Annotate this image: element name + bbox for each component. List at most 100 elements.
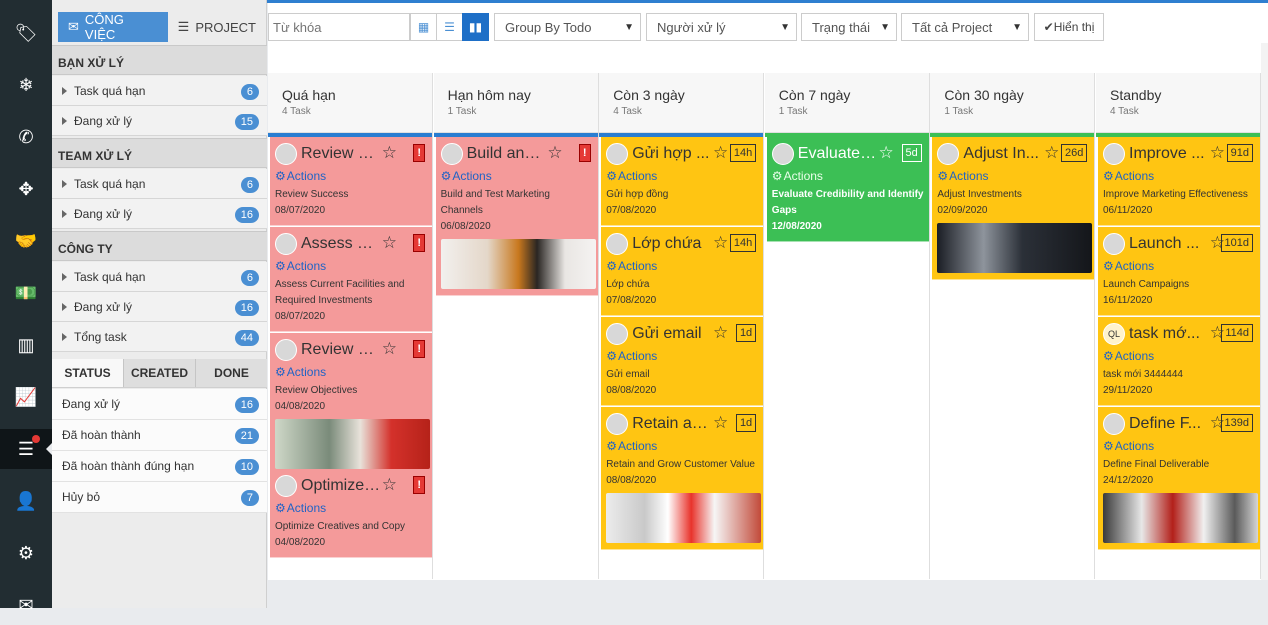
kanban-column: Hạn hôm nay1 TaskBuild and ...☆!ActionsB…: [433, 73, 599, 579]
actions-link[interactable]: Actions: [1103, 349, 1255, 363]
column-title: Còn 3 ngày: [613, 87, 685, 103]
actions-link[interactable]: Actions: [1103, 259, 1255, 273]
group-by-select[interactable]: Group By Todo ▼: [494, 13, 641, 41]
rail-item-snowflake[interactable]: ❄: [0, 65, 52, 105]
board-scrollbar[interactable]: [1261, 43, 1268, 580]
status-select[interactable]: Trạng thái ▼: [801, 13, 897, 41]
rail-item-phone[interactable]: ✆: [0, 117, 52, 157]
rail-item-crosshair[interactable]: ✥: [0, 169, 52, 209]
rail-item-list[interactable]: ☰: [0, 429, 53, 469]
card-date: 07/08/2020: [606, 295, 657, 306]
tab-created[interactable]: CREATED: [123, 359, 195, 387]
task-card[interactable]: Review S...☆! Actions Review Success 08/07/…: [270, 137, 432, 226]
keyword-input[interactable]: [268, 13, 410, 41]
actions-link[interactable]: Actions: [606, 349, 758, 363]
task-card[interactable]: Optimize ...☆! Actions Optimize Creatives …: [270, 469, 432, 558]
project-select[interactable]: Tất cả Project ▼: [901, 13, 1029, 41]
actions-link[interactable]: Actions: [275, 259, 427, 273]
grid-view-button[interactable]: ▦: [410, 13, 437, 41]
actions-link[interactable]: Actions: [772, 169, 924, 183]
actions-link[interactable]: Actions: [1103, 439, 1255, 453]
task-card[interactable]: Assess C...☆! Actions Assess Current Facil…: [270, 227, 432, 332]
rail-item-line-chart[interactable]: 📈: [0, 377, 52, 417]
task-card[interactable]: Lớp chứa ☆14h Actions Lớp chứa 07/08/2020: [601, 227, 764, 316]
kanban-column: Còn 7 ngày1 TaskEvaluate ...☆5dActionsEv…: [764, 73, 930, 579]
sidebar-section-title: TEAM XỬ LÝ: [52, 138, 267, 168]
star-icon[interactable]: ☆: [713, 323, 728, 343]
tab-done[interactable]: DONE: [195, 359, 267, 387]
card-description: Improve Marketing Effectiveness: [1103, 189, 1248, 200]
status-item[interactable]: Đã hoàn thành 21: [52, 420, 267, 451]
tab-status[interactable]: STATUS: [52, 359, 123, 387]
avatar: [606, 233, 629, 255]
actions-link[interactable]: Actions: [275, 169, 427, 183]
task-card[interactable]: QLtask mớ...☆114dActionstask mới 3444444…: [1098, 317, 1260, 406]
star-icon[interactable]: ☆: [547, 143, 562, 163]
rail-item-tag[interactable]: 🏷: [0, 13, 52, 53]
actions-link[interactable]: Actions: [606, 439, 758, 453]
task-card[interactable]: Define F...☆139dActionsDefine Final Deli…: [1098, 407, 1260, 550]
rail-item-user[interactable]: 👤: [0, 481, 52, 521]
card-date: 07/08/2020: [606, 205, 657, 216]
star-icon[interactable]: ☆: [713, 413, 728, 433]
rail-item-mail[interactable]: ✉: [0, 585, 52, 625]
actions-link[interactable]: Actions: [275, 501, 427, 515]
task-card[interactable]: Build and ...☆! Actions Build and Test Mar…: [435, 137, 598, 296]
rail-item-gear[interactable]: ⚙: [0, 533, 52, 573]
star-icon[interactable]: ☆: [382, 339, 397, 359]
sidebar-item[interactable]: Đang xử lý 16: [52, 292, 267, 322]
star-icon[interactable]: ☆: [713, 143, 728, 163]
star-icon[interactable]: ☆: [1044, 143, 1059, 163]
gear-icon: ⚙: [17, 542, 35, 563]
sidebar-item[interactable]: Task quá hạn 6: [52, 262, 267, 292]
handler-select[interactable]: Người xử lý ▼: [646, 13, 797, 41]
deadline-badge: 114d: [1221, 324, 1253, 342]
task-card[interactable]: Retain an...☆ 1d Actions Retain and Grow Cu…: [601, 407, 764, 550]
star-icon[interactable]: ☆: [382, 233, 397, 253]
task-card[interactable]: Evaluate ...☆ 5d Actions Evaluate Credibili…: [766, 137, 929, 242]
column-header: Còn 30 ngày 1 Task: [930, 73, 1095, 133]
column-title: Standby: [1110, 87, 1162, 103]
sidebar-item[interactable]: Task quá hạn 6: [52, 169, 267, 199]
status-item[interactable]: Đang xử lý 16: [52, 389, 267, 420]
actions-link[interactable]: Actions: [275, 365, 427, 379]
task-card[interactable]: Improve ... ☆91d Actions Improve Marketing …: [1098, 137, 1260, 226]
actions-link[interactable]: Actions: [1103, 169, 1255, 183]
sidebar-item[interactable]: Đang xử lý 15: [52, 106, 267, 136]
avatar: [606, 143, 629, 165]
kanban-view-button[interactable]: ▮▮: [462, 13, 489, 41]
rail-item-money[interactable]: 💵: [0, 273, 52, 313]
rail-item-bar-chart[interactable]: ▥: [0, 325, 52, 365]
status-item[interactable]: Đã hoàn thành đúng hạn 10: [52, 451, 267, 482]
status-item[interactable]: Hủy bỏ 7: [52, 482, 267, 513]
show-button[interactable]: ✔ Hiển thị: [1034, 13, 1104, 41]
actions-link[interactable]: Actions: [606, 169, 758, 183]
actions-link[interactable]: Actions: [937, 169, 1089, 183]
task-card[interactable]: Review O...☆! Actions Review Objectives 04/…: [270, 333, 432, 476]
sidebar-item[interactable]: Task quá hạn 6: [52, 76, 267, 106]
task-card[interactable]: Gửi hợp ...☆14h Actions Gửi hợp đồng 07/08/…: [601, 137, 764, 226]
rail-item-handshake[interactable]: 🤝: [0, 221, 52, 261]
card-image: [937, 223, 1093, 273]
tab-project[interactable]: ☰ PROJECT: [168, 12, 266, 42]
sidebar-item[interactable]: Đang xử lý 16: [52, 199, 267, 229]
star-icon[interactable]: ☆: [879, 143, 894, 163]
actions-link[interactable]: Actions: [606, 259, 758, 273]
deadline-badge: 14h: [729, 234, 757, 252]
list-view-button[interactable]: ☰: [436, 13, 463, 41]
star-icon[interactable]: ☆: [713, 233, 728, 253]
sidebar-item-label: Đang xử lý: [74, 299, 133, 314]
star-icon[interactable]: ☆: [382, 143, 397, 163]
card-date: 04/08/2020: [275, 537, 326, 548]
task-card[interactable]: Gửi email ☆ 1d Actions Gửi email 08/08/2020: [601, 317, 764, 406]
task-card[interactable]: Adjust In... ☆26d Actions Adjust Investment…: [932, 137, 1095, 280]
card-date: 08/08/2020: [606, 475, 657, 486]
deadline-badge: !: [413, 234, 425, 252]
task-card[interactable]: Launch ...☆101dActionsLaunch Campaigns16…: [1098, 227, 1260, 316]
star-icon[interactable]: ☆: [1210, 143, 1225, 163]
sidebar-item[interactable]: Tổng task 44: [52, 322, 267, 352]
star-icon[interactable]: ☆: [382, 475, 397, 495]
status-item-label: Đã hoàn thành đúng hạn: [62, 459, 195, 473]
tab-cong-viec[interactable]: ✉ CÔNG VIỆC: [58, 12, 168, 42]
actions-link[interactable]: Actions: [441, 169, 593, 183]
